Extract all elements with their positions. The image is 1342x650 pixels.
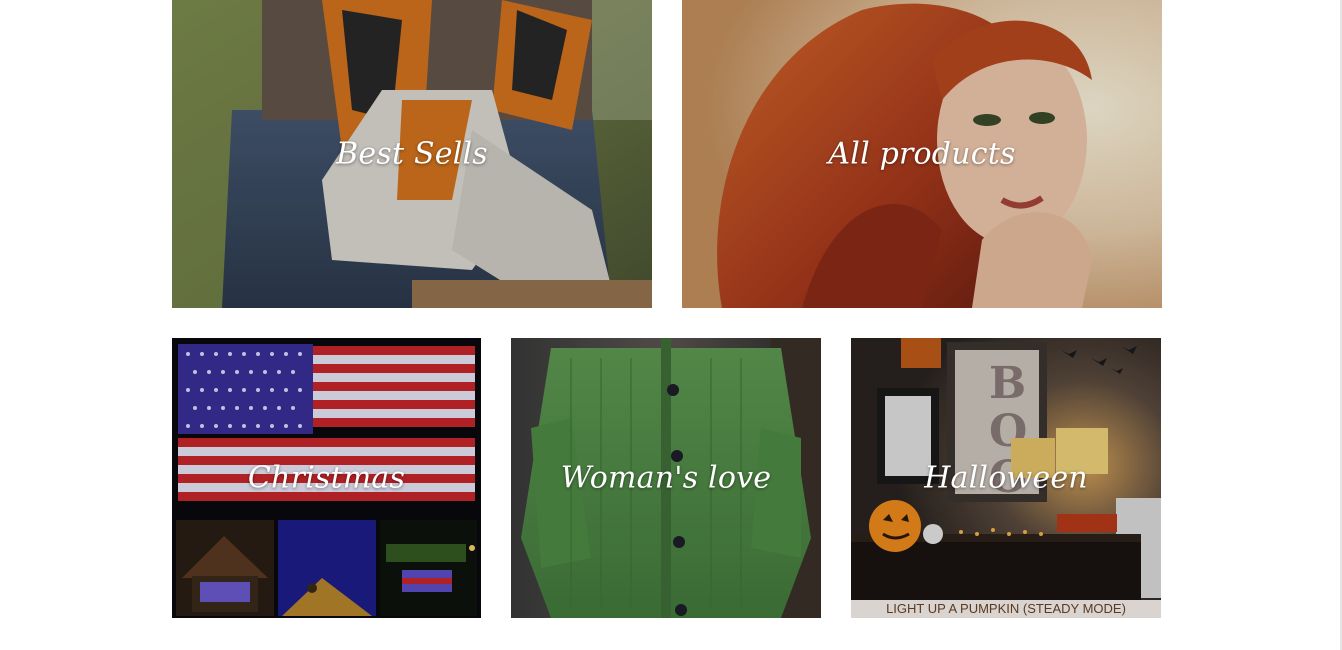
image-caption: LIGHT UP A PUMPKIN (STEADY MODE): [851, 600, 1161, 618]
category-label: Christmas: [247, 460, 406, 496]
category-grid-page: Best Sells All products Christmas Woman'…: [0, 0, 1342, 650]
category-tile-best-sells[interactable]: Best Sells: [172, 0, 652, 308]
category-tile-christmas[interactable]: Christmas: [172, 338, 481, 618]
category-tile-womans-love[interactable]: Woman's love: [511, 338, 821, 618]
category-label: All products: [828, 136, 1016, 172]
category-label: Woman's love: [560, 460, 772, 496]
category-label: Halloween: [924, 460, 1088, 496]
category-label: Best Sells: [336, 136, 488, 172]
category-tile-all-products[interactable]: All products: [682, 0, 1162, 308]
category-tile-halloween[interactable]: B O O LIGHT UP A PUMPKIN (STEADY MODE) H…: [851, 338, 1161, 618]
